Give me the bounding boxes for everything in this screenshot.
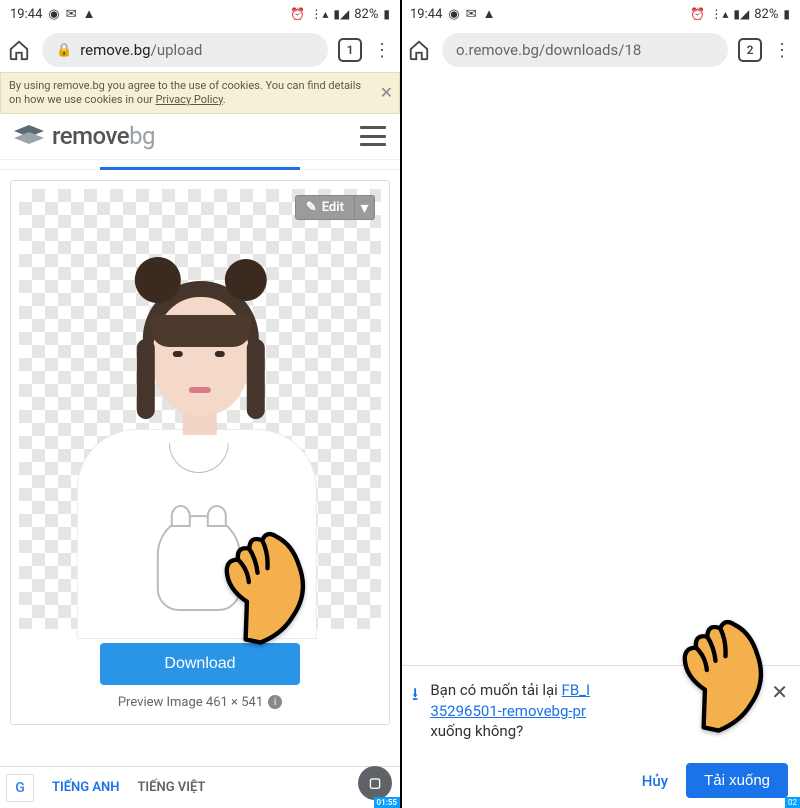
battery-pct: 82% [754,7,778,22]
close-icon[interactable]: ✕ [380,83,393,103]
warning-icon: ▲ [83,6,96,22]
privacy-link[interactable]: Privacy Policy [156,93,223,106]
brand-header: removebg [0,114,400,160]
status-bar: 19:44 ◉ ✉ ▲ ⏰ ⋮▴ ▮◢ 82% ▮ [400,0,800,28]
edit-dropdown[interactable]: ▾ [355,195,375,220]
tab-count[interactable]: 2 [738,38,762,62]
brand-logo[interactable]: removebg [14,122,155,150]
alarm-icon: ⏰ [690,7,705,21]
close-icon[interactable]: ✕ [771,680,788,704]
prompt-text: Bạn có muốn tải lại FB_I 35296501-remove… [430,680,788,741]
url-bar[interactable]: 🔒 remove.bg/upload [42,33,328,67]
alarm-icon: ⏰ [290,7,305,21]
url-host: remove.bg [80,41,150,59]
cookie-banner: By using remove.bg you agree to the use … [0,72,400,114]
lang-vietnamese[interactable]: TIẾNG VIỆT [137,780,205,795]
wifi-icon: ⋮▴ [710,7,728,21]
record-icon: ◉ [448,7,459,22]
record-icon: ◉ [48,7,59,22]
url-bar[interactable]: o.remove.bg/downloads/18 [442,33,728,67]
more-icon[interactable]: ⋮ [372,40,392,61]
browser-bar: o.remove.bg/downloads/18 2 ⋮ [400,28,800,72]
lang-english[interactable]: TIẾNG ANH [52,780,119,795]
stack-icon [14,125,44,147]
url-path: /upload [151,41,203,59]
more-icon[interactable]: ⋮ [772,40,792,61]
cancel-button[interactable]: Hủy [642,772,668,790]
battery-icon: ▮ [783,7,790,21]
lock-icon: 🔒 [56,43,72,58]
signal-icon: ▮◢ [333,7,349,21]
right-pane: 19:44 ◉ ✉ ▲ ⏰ ⋮▴ ▮◢ 82% ▮ o.remove.bg/do… [400,0,800,808]
preview-dimensions: Preview Image 461 × 541 i [118,695,282,710]
filename-link[interactable]: 35296501-removebg-pr [430,702,586,720]
status-time: 19:44 [10,7,42,22]
status-bar: 19:44 ◉ ✉ ▲ ⏰ ⋮▴ ▮◢ 82% ▮ [0,0,400,28]
timestamp-tag: 02 [785,797,800,808]
message-icon: ✉ [466,7,477,22]
warning-icon: ▲ [483,6,496,22]
google-translate-icon[interactable]: G [6,774,34,802]
result-card: ✎ Edit ▾ [10,180,390,725]
cookie-text: By using remove.bg you agree to the use … [9,79,361,106]
download-button[interactable]: Download [100,643,300,685]
wand-icon: ✎ [306,200,317,215]
result-tabs[interactable] [0,160,400,170]
download-confirm-button[interactable]: Tải xuống [686,763,788,798]
download-icon: ⭳ [412,682,418,741]
translate-bar: G TIẾNG ANH TIẾNG VIỆT ▢ 01:55 [0,766,400,808]
cutout-person [65,219,325,629]
url-text: o.remove.bg/downloads/18 [456,41,641,59]
accessibility-fab[interactable]: ▢ [358,766,392,800]
home-icon[interactable] [406,37,432,63]
hamburger-icon[interactable] [360,126,386,146]
left-pane: 19:44 ◉ ✉ ▲ ⏰ ⋮▴ ▮◢ 82% ▮ 🔒 remove.bg/up… [0,0,400,808]
battery-icon: ▮ [383,7,390,21]
filename-link[interactable]: FB_I [562,681,590,699]
home-icon[interactable] [6,37,32,63]
signal-icon: ▮◢ [733,7,749,21]
wifi-icon: ⋮▴ [310,7,328,21]
tab-count[interactable]: 1 [338,38,362,62]
info-icon[interactable]: i [268,695,282,709]
status-time: 19:44 [410,7,442,22]
download-prompt: ⭳ Bạn có muốn tải lại FB_I 35296501-remo… [400,665,800,808]
battery-pct: 82% [354,7,378,22]
timestamp-tag: 01:55 [374,797,400,808]
message-icon: ✉ [66,7,77,22]
browser-bar: 🔒 remove.bg/upload 1 ⋮ [0,28,400,72]
edit-button[interactable]: ✎ Edit [295,195,355,220]
result-image: ✎ Edit ▾ [19,189,381,629]
